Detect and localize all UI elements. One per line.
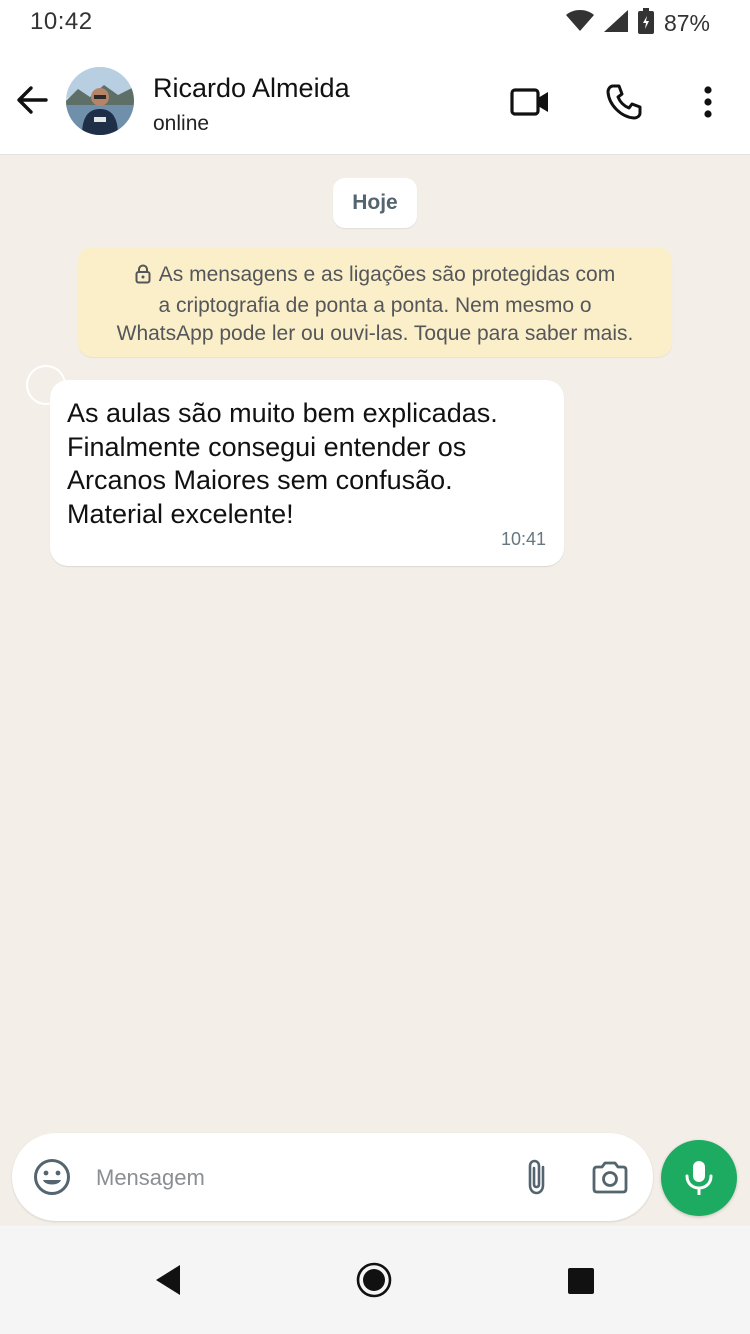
status-bar: 10:42 87%: [0, 0, 750, 50]
message-input[interactable]: [94, 1155, 498, 1201]
battery-icon: [637, 8, 654, 39]
voice-call-button[interactable]: [602, 80, 646, 124]
incoming-message-bubble[interactable]: As aulas são muito bem explicadas. Final…: [50, 380, 564, 566]
message-line: Material excelente!: [67, 498, 294, 529]
encryption-notice[interactable]: As mensagens e as ligações são protegida…: [78, 247, 672, 357]
wifi-icon: [565, 10, 594, 37]
nav-recents-button[interactable]: [567, 1267, 595, 1295]
date-chip: Hoje: [333, 178, 417, 228]
phone-icon: [606, 84, 642, 120]
encryption-notice-line-1: As mensagens e as ligações são protegida…: [78, 261, 672, 292]
encryption-notice-line-3: WhatsApp pode ler ou ouvi-las. Toque par…: [116, 322, 634, 345]
message-time: 10:41: [500, 529, 546, 549]
video-call-button[interactable]: [508, 80, 552, 124]
nav-back-button[interactable]: [152, 1263, 184, 1297]
video-call-icon: [510, 88, 548, 116]
message-text: As aulas são muito bem explicadas. Final…: [67, 397, 547, 531]
status-icons: 87%: [565, 8, 710, 39]
message-composer: [12, 1133, 653, 1221]
whatsapp-chat-screen: 10:42 87% Ricardo Almeida online Hoje As…: [0, 0, 750, 1334]
message-line: As aulas são muito bem explicadas.: [67, 398, 498, 428]
attach-button[interactable]: [517, 1157, 557, 1197]
lock-icon: [135, 264, 151, 292]
chat-header: Ricardo Almeida online: [0, 50, 750, 155]
nav-home-button[interactable]: [356, 1262, 392, 1298]
contact-status: online: [153, 112, 210, 135]
nav-home-icon: [356, 1262, 392, 1298]
encryption-notice-line-2: a criptografia de ponta a ponta. Nem mes…: [158, 294, 592, 317]
nav-recents-icon: [568, 1268, 594, 1294]
more-vert-icon: [704, 86, 712, 118]
contact-name[interactable]: Ricardo Almeida: [153, 73, 350, 104]
emoji-button[interactable]: [32, 1157, 72, 1197]
system-nav-bar: [0, 1226, 750, 1334]
back-button[interactable]: [12, 80, 52, 120]
mic-icon: [685, 1161, 713, 1195]
voice-message-button[interactable]: [661, 1140, 737, 1216]
message-line: Arcanos Maiores sem confusão.: [67, 465, 453, 495]
message-line: Finalmente consegui entender os: [67, 431, 467, 462]
encryption-text-1: As mensagens e as ligações são protegida…: [158, 263, 616, 286]
emoji-icon: [34, 1159, 70, 1195]
more-options-button[interactable]: [686, 80, 730, 124]
paperclip-icon: [528, 1159, 545, 1195]
status-time: 10:42: [30, 8, 93, 35]
back-arrow-icon: [17, 86, 48, 114]
contact-avatar[interactable]: [66, 67, 134, 135]
battery-percent: 87%: [663, 10, 710, 36]
camera-button[interactable]: [590, 1157, 630, 1197]
nav-back-icon: [156, 1265, 180, 1295]
chat-area[interactable]: Hoje As mensagens e as ligações são prot…: [0, 155, 750, 1225]
camera-icon: [592, 1161, 628, 1194]
signal-icon: [603, 10, 628, 37]
